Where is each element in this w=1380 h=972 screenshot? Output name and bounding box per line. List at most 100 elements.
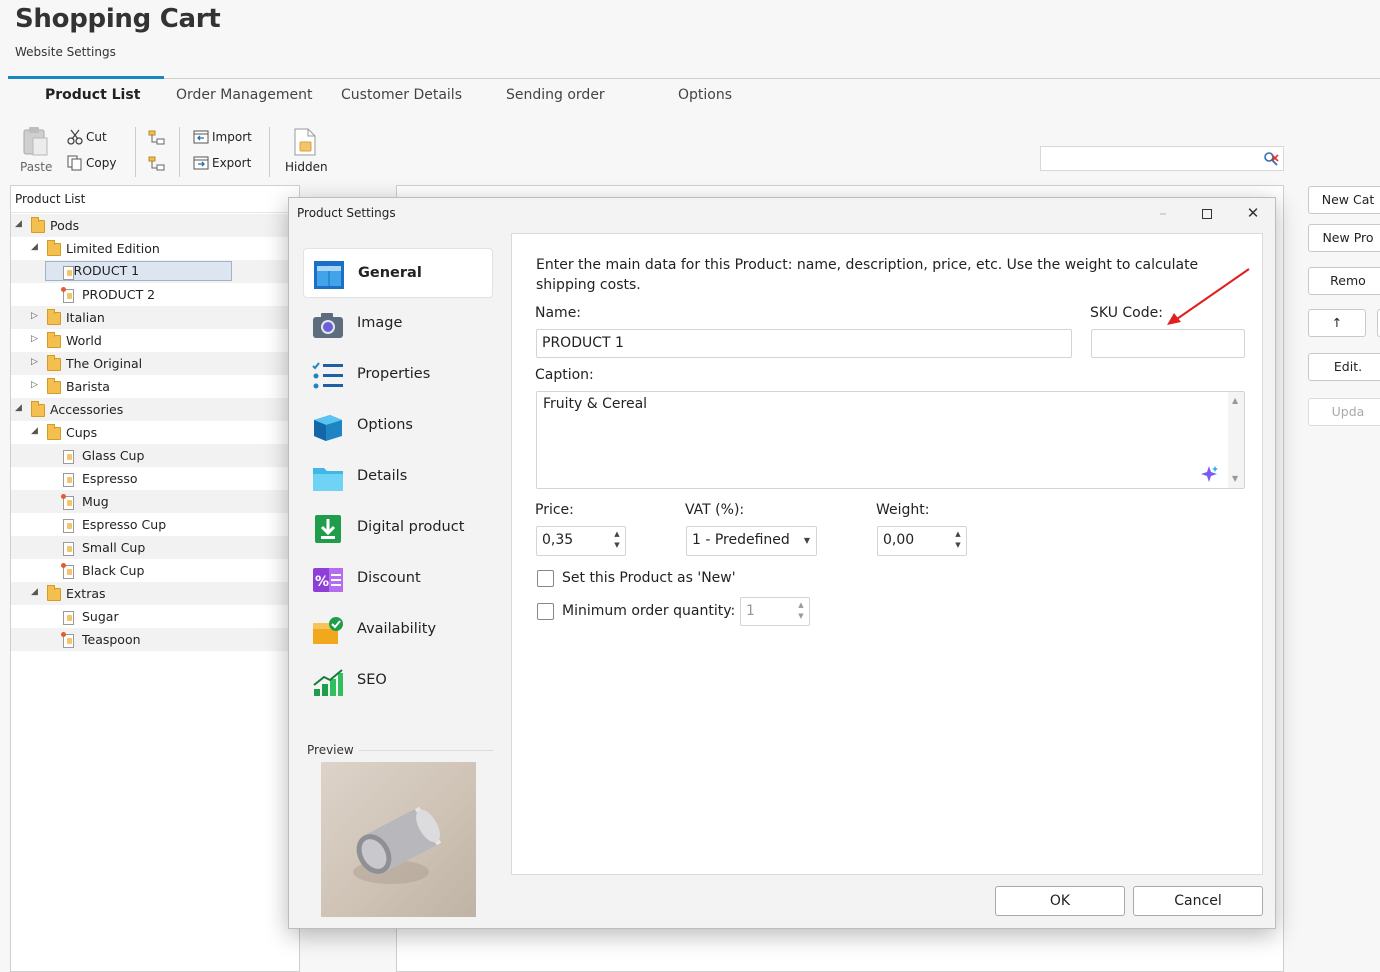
spin-down-icon[interactable]: ▼: [954, 541, 962, 550]
cancel-button[interactable]: Cancel: [1133, 886, 1263, 916]
tree-folder[interactable]: ◢ Accessories: [11, 398, 299, 421]
tab-options[interactable]: Options: [678, 87, 732, 103]
tree-folder[interactable]: ◢ Pods: [11, 214, 299, 237]
toolbar-separator: [269, 127, 270, 177]
weight-input[interactable]: 0,00 ▲ ▼: [877, 526, 967, 556]
tree-item[interactable]: Sugar: [11, 605, 299, 628]
hidden-button[interactable]: Hidden: [282, 128, 328, 176]
percent-icon: %: [313, 568, 343, 592]
min-quantity-checkbox[interactable]: [537, 603, 554, 620]
collapse-arrow-icon[interactable]: ◢: [15, 403, 22, 413]
nav-discount[interactable]: % Discount: [303, 554, 493, 604]
sku-code-label: SKU Code:: [1090, 305, 1163, 321]
folder-icon: [47, 378, 61, 394]
spin-down-icon[interactable]: ▼: [613, 541, 621, 550]
nav-image[interactable]: Image: [303, 299, 493, 349]
tree-folder[interactable]: ◢ Cups: [11, 421, 299, 444]
new-product-button[interactable]: New Pro: [1308, 224, 1380, 252]
tree-item[interactable]: Espresso: [11, 467, 299, 490]
spin-up-icon[interactable]: ▲: [797, 601, 805, 610]
search-input[interactable]: [1040, 146, 1284, 171]
cut-button[interactable]: Cut: [67, 129, 127, 147]
sku-code-input[interactable]: [1091, 329, 1245, 358]
expand-arrow-icon[interactable]: ▷: [31, 334, 38, 344]
spin-down-icon[interactable]: ▼: [797, 612, 805, 621]
tree-item[interactable]: Small Cup: [11, 536, 299, 559]
tree-folder[interactable]: ▷ Italian: [11, 306, 299, 329]
tree-header: Product List: [11, 186, 301, 213]
paste-button[interactable]: Paste: [14, 126, 56, 174]
folder-icon: [47, 355, 61, 371]
min-quantity-input[interactable]: 1 ▲ ▼: [740, 597, 810, 626]
tree-item-label: Black Cup: [82, 563, 145, 578]
clipboard-icon: [23, 127, 48, 156]
nav-availability[interactable]: Availability: [303, 605, 493, 655]
edit-button[interactable]: Edit.: [1308, 353, 1380, 381]
update-button[interactable]: Upda: [1308, 398, 1380, 426]
minimize-button[interactable]: –: [1143, 202, 1183, 224]
product-tree[interactable]: ◢ Pods ◢ Limited Edition PRODUCT 1 PRODUCT 2 ▷…: [11, 214, 299, 814]
collapse-arrow-icon[interactable]: ◢: [31, 587, 38, 597]
spin-up-icon[interactable]: ▲: [613, 530, 621, 539]
nav-details[interactable]: Details: [303, 452, 493, 502]
cut-label: Cut: [86, 130, 107, 144]
nav-seo-label: SEO: [357, 672, 387, 688]
price-input[interactable]: 0,35 ▲ ▼: [536, 526, 626, 556]
tree-item[interactable]: Teaspoon: [11, 628, 299, 651]
collapse-arrow-icon[interactable]: ◢: [31, 242, 38, 252]
tree-folder[interactable]: ◢ Extras: [11, 582, 299, 605]
remove-button[interactable]: Remo: [1308, 267, 1380, 295]
export-icon: [193, 156, 209, 170]
import-button[interactable]: Import: [193, 129, 255, 147]
nav-general[interactable]: General: [303, 248, 493, 298]
preview-divider: [359, 750, 493, 751]
tab-customer-details[interactable]: Customer Details: [341, 87, 462, 103]
tree-item[interactable]: Glass Cup: [11, 444, 299, 467]
tree-item-label: Small Cup: [82, 540, 146, 555]
tab-product-list[interactable]: Product List: [45, 87, 140, 103]
ai-sparkle-icon[interactable]: [1201, 465, 1219, 483]
cube-icon: [314, 415, 342, 441]
collapse-arrow-icon[interactable]: ◢: [15, 219, 22, 229]
spin-up-icon[interactable]: ▲: [954, 530, 962, 539]
toolbar-separator: [179, 127, 180, 177]
tree-item[interactable]: PRODUCT 2: [11, 283, 299, 306]
add-child-button[interactable]: [148, 156, 166, 172]
ok-button[interactable]: OK: [995, 886, 1125, 916]
maximize-button[interactable]: [1187, 202, 1227, 224]
tree-item[interactable]: Black Cup: [11, 559, 299, 582]
expand-arrow-icon[interactable]: ▷: [31, 357, 38, 367]
tab-order-management[interactable]: Order Management: [176, 87, 312, 103]
expand-arrow-icon[interactable]: ▷: [31, 311, 38, 321]
vat-value: 1 - Predefined: [692, 532, 790, 548]
nav-digital-product[interactable]: Digital product: [303, 503, 493, 553]
new-product-checkbox[interactable]: [537, 570, 554, 587]
tree-item[interactable]: Espresso Cup: [11, 513, 299, 536]
move-up-button[interactable]: ↑: [1308, 309, 1366, 337]
vat-select[interactable]: 1 - Predefined ▼: [686, 526, 817, 556]
tab-sending-order[interactable]: Sending order: [506, 87, 605, 103]
preview-label: Preview: [307, 743, 354, 757]
add-sibling-button[interactable]: [148, 130, 166, 146]
nav-options[interactable]: Options: [303, 401, 493, 451]
nav-seo[interactable]: SEO: [303, 656, 493, 706]
caption-textarea[interactable]: Fruity & Cereal ▲ ▼: [536, 391, 1245, 489]
tree-folder[interactable]: ▷ Barista: [11, 375, 299, 398]
expand-arrow-icon[interactable]: ▷: [31, 380, 38, 390]
product-tree-panel: Product List ◢ Pods ◢ Limited Edition PRODUC…: [10, 185, 301, 972]
caption-scrollbar[interactable]: ▲ ▼: [1228, 392, 1244, 488]
tree-folder[interactable]: ◢ Limited Edition: [11, 237, 299, 260]
tree-folder[interactable]: ▷ The Original: [11, 352, 299, 375]
collapse-arrow-icon[interactable]: ◢: [31, 426, 38, 436]
new-category-button[interactable]: New Cat: [1308, 186, 1380, 214]
close-button[interactable]: ✕: [1233, 202, 1273, 224]
nav-properties[interactable]: Properties: [303, 350, 493, 400]
nav-availability-label: Availability: [357, 621, 437, 637]
name-input[interactable]: PRODUCT 1: [536, 329, 1072, 358]
search-clear-icon[interactable]: [1263, 151, 1279, 167]
export-button[interactable]: Export: [193, 155, 255, 173]
tree-item[interactable]: Mug: [11, 490, 299, 513]
tree-folder[interactable]: ▷ World: [11, 329, 299, 352]
tree-item[interactable]: PRODUCT 1: [11, 260, 299, 283]
copy-button[interactable]: Copy: [67, 155, 127, 173]
